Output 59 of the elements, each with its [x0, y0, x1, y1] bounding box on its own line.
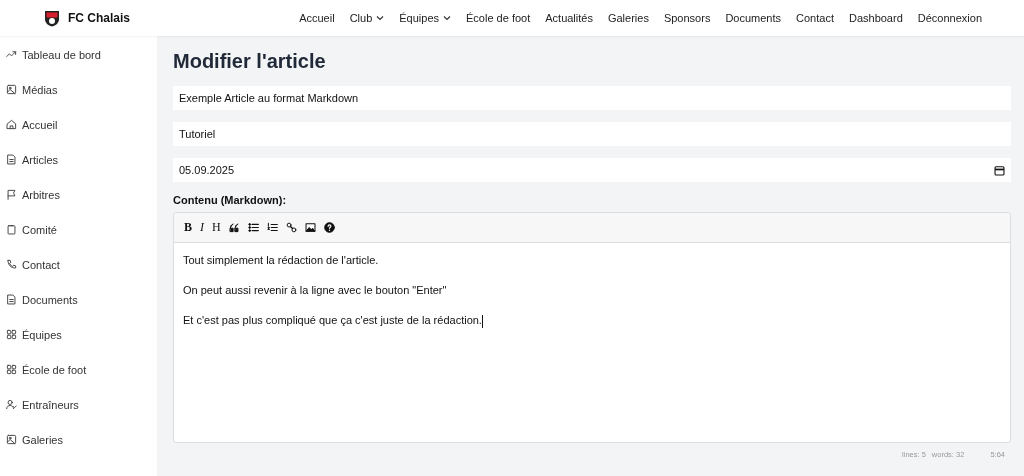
chevron-down-icon [376, 15, 385, 21]
calendar-icon[interactable] [994, 164, 1005, 176]
nav-link[interactable]: Galeries [607, 12, 649, 24]
nav-link[interactable]: Contact [796, 12, 834, 24]
image-icon [6, 434, 17, 445]
help-button[interactable] [322, 219, 336, 236]
document-icon [6, 294, 17, 305]
nav-link[interactable]: École de foot [466, 12, 531, 24]
title-field[interactable]: Exemple Article au format Markdown [173, 86, 1011, 110]
brand-name[interactable]: FC Chalais [68, 11, 130, 25]
nav-link[interactable]: Équipes [399, 12, 451, 24]
quote-icon [228, 222, 240, 233]
sidebar-item[interactable]: Comité [0, 224, 157, 259]
image-icon [6, 84, 17, 95]
content-paragraph: Tout simplement la rédaction de l'article. [183, 253, 380, 268]
sidebar-item[interactable]: Accueil [0, 119, 157, 154]
document-icon [6, 154, 17, 165]
nav-link[interactable]: Dashboard [848, 12, 903, 24]
sidebar-item[interactable]: Galeries [0, 434, 157, 469]
home-icon [6, 119, 17, 130]
nav-link[interactable]: Actualités [545, 12, 593, 24]
phone-icon [6, 259, 17, 270]
page-title: Modifier l'article [173, 50, 327, 73]
flag-icon [6, 189, 17, 200]
nav-link[interactable]: Club [349, 12, 385, 24]
nav-link[interactable]: Documents [725, 12, 782, 24]
sidebar-item[interactable]: Articles [0, 154, 157, 189]
markdown-editor[interactable]: B I H Tout simplement la rédaction de l'article. On peut aussi revenir à la ligne avec le bouton "Enter" Et c'est pas plus compliqué que ça c'est juste de la rédaction. [173, 212, 1011, 443]
sidebar-item[interactable]: École de foot [0, 364, 157, 399]
italic-button[interactable]: I [199, 219, 205, 236]
numbered-list-icon [266, 222, 278, 233]
sidebar-item[interactable]: Contact [0, 259, 157, 294]
date-field[interactable]: 05.09.2025 [173, 158, 1011, 182]
category-field[interactable]: Tutoriel [173, 122, 1011, 146]
nav-link[interactable]: Sponsors [663, 12, 711, 24]
sidebar-item[interactable]: Tableau de bord [0, 49, 157, 84]
link-icon [285, 222, 297, 233]
clipboard-icon [6, 224, 17, 235]
grid-icon [6, 364, 17, 375]
bulleted-list-icon [247, 222, 259, 233]
bold-button[interactable]: B [183, 219, 193, 236]
user-icon [6, 399, 17, 410]
sidebar-item[interactable]: Documents [0, 294, 157, 329]
sidebar-item[interactable]: Entraîneurs [0, 399, 157, 434]
trend-icon [6, 49, 17, 60]
nav-link[interactable]: Déconnexion [917, 12, 982, 24]
grid-icon [6, 329, 17, 340]
content-paragraph: On peut aussi revenir à la ligne avec le bouton "Enter" [183, 283, 448, 298]
content-label: Contenu (Markdown): [173, 194, 288, 206]
content-paragraph: Et c'est pas plus compliqué que ça c'est juste de la rédaction. [183, 313, 484, 328]
sidebar-item[interactable]: Équipes [0, 329, 157, 364]
chevron-down-icon [443, 15, 451, 21]
image-icon [304, 222, 316, 233]
sidebar-item[interactable]: Arbitres [0, 189, 157, 224]
nav-link[interactable]: Accueil [299, 12, 335, 24]
help-icon [323, 222, 335, 233]
sidebar-item[interactable]: Médias [0, 84, 157, 119]
club-crest-icon [44, 9, 60, 27]
heading-button[interactable]: H [211, 219, 222, 236]
